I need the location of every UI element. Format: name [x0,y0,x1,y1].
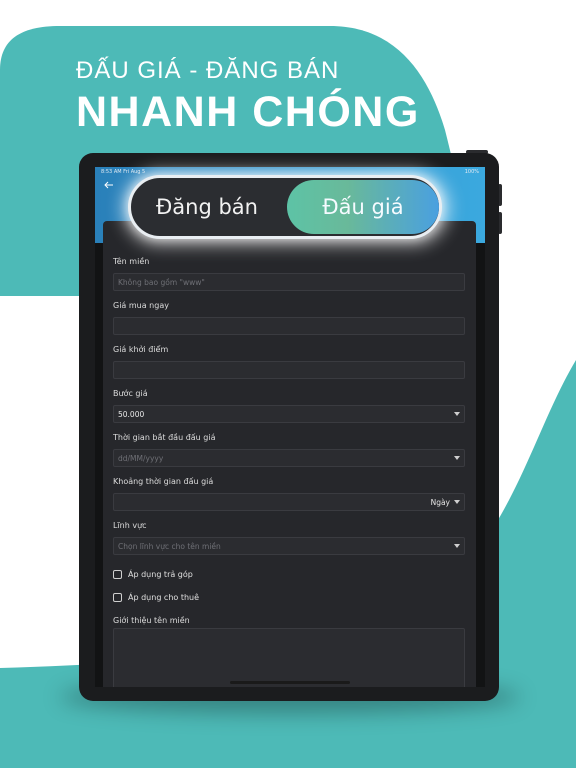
checkbox-icon[interactable] [113,593,122,602]
toggle-sell-option[interactable]: Đăng bán [131,178,283,236]
bid-step-value: 50.000 [118,410,145,419]
hero-subtitle: ĐẤU GIÁ - ĐĂNG BÁN [76,57,340,84]
toggle-auction-option[interactable]: Đấu giá [287,180,439,234]
domain-name-label: Tên miền [113,257,150,266]
caret-down-icon [454,412,460,416]
home-indicator [230,681,350,684]
starting-price-label: Giá khởi điểm [113,345,169,354]
start-time-picker[interactable]: dd/MM/yyyy [113,449,465,467]
bid-step-label: Bước giá [113,389,148,398]
category-placeholder: Chọn lĩnh vực cho tên miền [118,542,221,551]
arrow-left-icon[interactable] [103,179,115,191]
hero-title: NHANH CHÓNG [76,88,420,136]
domain-name-input[interactable]: Không bao gồm "www" [113,273,465,291]
status-battery: 100% [464,169,479,175]
caret-down-icon [454,500,460,504]
status-time: 8:53 AM Fri Aug 5 [101,169,146,175]
description-textarea[interactable] [113,628,465,687]
category-label: Lĩnh vực [113,521,147,530]
caret-down-icon [454,456,460,460]
start-time-label: Thời gian bắt đầu đấu giá [113,433,216,442]
domain-name-placeholder: Không bao gồm "www" [118,278,205,287]
mode-toggle[interactable]: Đăng bán Đấu giá [128,175,442,239]
starting-price-input[interactable] [113,361,465,379]
bid-step-select[interactable]: 50.000 [113,405,465,423]
caret-down-icon [454,544,460,548]
rental-label: Áp dụng cho thuê [128,593,200,602]
installment-label: Áp dụng trả góp [128,570,193,579]
buy-now-price-label: Giá mua ngay [113,301,169,310]
category-select[interactable]: Chọn lĩnh vực cho tên miền [113,537,465,555]
duration-label: Khoảng thời gian đấu giá [113,477,214,486]
duration-unit[interactable]: Ngày [431,498,450,507]
auction-form: Tên miền Không bao gồm "www" Giá mua nga… [103,221,476,687]
start-time-placeholder: dd/MM/yyyy [118,454,164,463]
checkbox-icon[interactable] [113,570,122,579]
buy-now-price-input[interactable] [113,317,465,335]
description-label: Giới thiệu tên miền [113,616,190,625]
duration-input[interactable]: Ngày [113,493,465,511]
